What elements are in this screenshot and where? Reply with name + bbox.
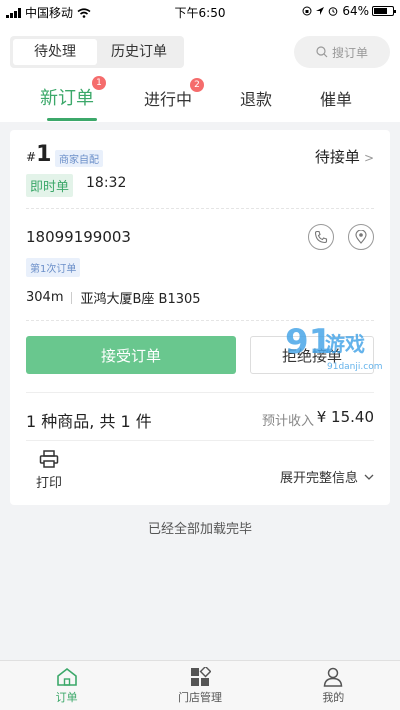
nav-profile[interactable]: 我的 (267, 661, 400, 710)
tab-label: 催单 (320, 90, 353, 109)
customer-phone: 18099199003 (26, 228, 131, 246)
phone-icon (314, 230, 328, 244)
user-icon (324, 667, 343, 687)
divider (26, 392, 374, 393)
print-button[interactable]: 打印 (36, 450, 62, 491)
home-icon (56, 667, 77, 686)
order-number: #1 (26, 142, 52, 167)
map-button[interactable] (348, 224, 374, 250)
grid-icon (190, 667, 211, 686)
divider (26, 320, 374, 321)
tab-new-orders[interactable]: 新订单 1 (40, 76, 106, 110)
divider (26, 208, 374, 209)
order-tabs: 新订单 1 进行中 2 退款 催单 (0, 76, 400, 122)
call-button[interactable] (308, 224, 334, 250)
order-card: #1 商家自配 待接单 > 即时单 18:32 18099199003 第1次订单… (10, 130, 390, 505)
bottom-nav: 订单 门店管理 我的 (0, 660, 400, 710)
accept-order-button[interactable]: 接受订单 (26, 336, 236, 374)
battery-icon (372, 6, 396, 16)
battery-percent: 64% (342, 4, 369, 18)
tab-label: 进行中 (144, 90, 193, 109)
lock-rotation-icon (302, 6, 312, 16)
chevron-down-icon (364, 474, 374, 480)
expand-label: 展开完整信息 (279, 471, 358, 486)
tab-in-progress[interactable]: 进行中 2 (144, 78, 205, 110)
tab-label: 新订单 (40, 88, 94, 109)
separator (71, 291, 73, 304)
header: 待处理 历史订单 搜订单 新订单 1 进行中 2 退款 催单 (0, 22, 400, 122)
tab-refund[interactable]: 退款 (240, 86, 272, 110)
segment-control: 待处理 历史订单 (10, 36, 184, 68)
tab-badge: 1 (92, 76, 106, 90)
nav-label: 订单 (55, 691, 78, 704)
delivery-address: 304m 亚鸿大厦B座 B1305 (26, 288, 201, 307)
source-tag: 商家自配 (55, 150, 103, 167)
nav-store[interactable]: 门店管理 (133, 661, 266, 710)
tab-label: 退款 (240, 90, 273, 109)
chevron-right-icon: > (363, 151, 374, 165)
location-icon (316, 7, 325, 15)
order-time: 18:32 (86, 175, 127, 191)
nav-orders[interactable]: 订单 (0, 661, 133, 710)
location-pin-icon (355, 230, 367, 244)
instant-tag: 即时单 (26, 174, 74, 197)
status-bar: 中国移动 下午6:50 64% (0, 0, 400, 22)
income-label: 预计收入 (261, 414, 314, 429)
nav-label: 门店管理 (177, 691, 222, 704)
search-input[interactable]: 搜订单 (294, 36, 390, 68)
divider (26, 440, 374, 441)
printer-icon (39, 450, 59, 468)
reject-order-button[interactable]: 拒绝接单 (250, 336, 374, 374)
load-complete-text: 已经全部加载完毕 (147, 522, 252, 537)
search-icon (316, 46, 328, 58)
expand-button[interactable]: 展开完整信息 (280, 467, 374, 486)
income-value: ¥ 15.40 (316, 408, 374, 426)
tab-underline (47, 118, 97, 121)
distance: 304m (26, 290, 64, 305)
address-text: 亚鸿大厦B座 B1305 (80, 292, 201, 307)
first-order-tag: 第1次订单 (26, 258, 81, 277)
alarm-icon (329, 7, 338, 16)
segment-history[interactable]: 历史订单 (97, 39, 181, 65)
tab-badge: 2 (190, 78, 205, 92)
search-placeholder: 搜订单 (331, 45, 368, 60)
segment-pending[interactable]: 待处理 (13, 39, 97, 65)
goods-summary: 1 种商品, 共 1 件 (26, 412, 152, 431)
tab-reminder[interactable]: 催单 (320, 86, 352, 110)
nav-label: 我的 (322, 691, 345, 704)
print-label: 打印 (36, 476, 63, 491)
order-status[interactable]: 待接单 > (315, 146, 374, 167)
